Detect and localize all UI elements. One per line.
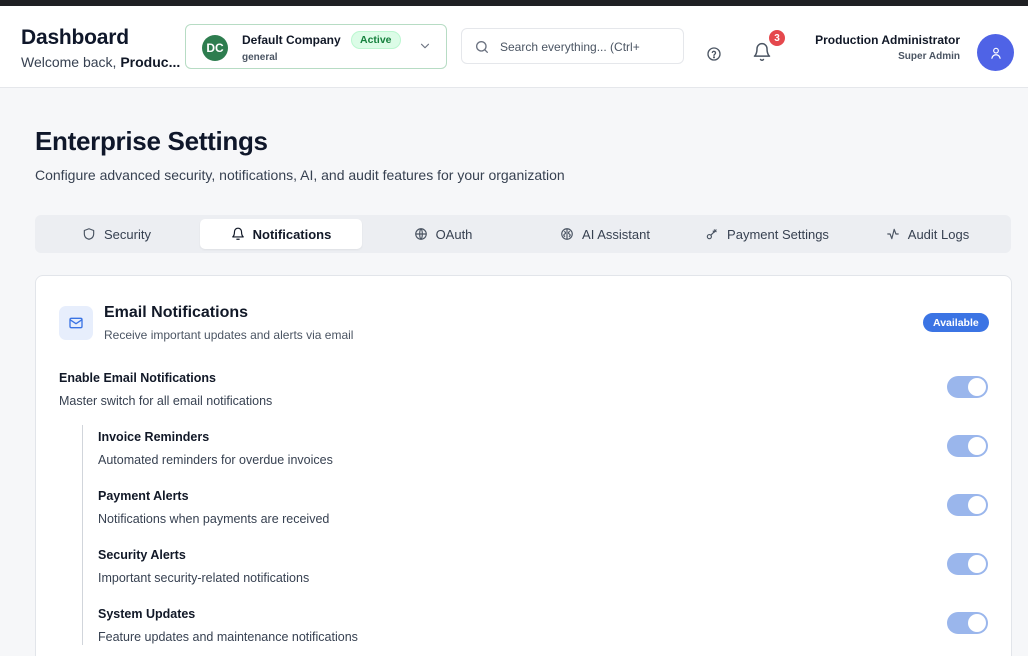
tab-audit-logs-label: Audit Logs: [907, 226, 970, 242]
security-alerts-toggle[interactable]: [947, 553, 988, 575]
globe-icon: [414, 228, 427, 240]
welcome-prefix: Welcome back,: [21, 54, 121, 70]
page-subtitle: Configure advanced security, notificatio…: [35, 167, 565, 183]
system-updates-description: Feature updates and maintenance notifica…: [98, 630, 358, 644]
tab-ai-assistant-label: AI Assistant: [582, 226, 650, 242]
search-icon: [476, 41, 488, 53]
security-alerts-title: Security Alerts: [98, 548, 186, 562]
payment-alerts-title: Payment Alerts: [98, 489, 189, 503]
mail-icon: [69, 317, 83, 329]
invoice-reminders-description: Automated reminders for overdue invoices: [98, 453, 333, 467]
email-notifications-card: Email Notifications Receive important up…: [35, 275, 1012, 656]
search-box[interactable]: Search everything... (Ctrl+: [461, 28, 684, 64]
master-toggle-title: Enable Email Notifications: [59, 371, 216, 385]
chevron-down-icon: [420, 43, 430, 49]
tab-payment-settings[interactable]: Payment Settings: [686, 219, 848, 249]
tab-audit-logs[interactable]: Audit Logs: [848, 219, 1007, 249]
system-updates-toggle[interactable]: [947, 612, 988, 634]
tab-payment-settings-label: Payment Settings: [727, 226, 829, 242]
payment-alerts-description: Notifications when payments are received: [98, 512, 330, 526]
search-placeholder: Search everything... (Ctrl+: [500, 40, 640, 54]
notifications-bell-icon[interactable]: [752, 42, 772, 62]
tab-notifications-label: Notifications: [252, 226, 332, 242]
master-email-toggle[interactable]: [947, 376, 988, 398]
tab-oauth[interactable]: OAuth: [362, 219, 524, 249]
user-icon: [990, 47, 1001, 59]
company-subtitle: general: [242, 52, 278, 63]
tab-security-label: Security: [104, 226, 151, 242]
availability-badge: Available: [923, 313, 989, 332]
tab-oauth-label: OAuth: [435, 226, 473, 242]
invoice-reminders-title: Invoice Reminders: [98, 430, 210, 444]
company-status-badge: Active: [351, 31, 401, 49]
company-switcher[interactable]: DC Default Company Active general: [185, 24, 447, 69]
activity-icon: [886, 228, 899, 240]
invoice-reminders-toggle[interactable]: [947, 435, 988, 457]
user-role: Super Admin: [898, 51, 960, 62]
tab-ai-assistant[interactable]: AI Assistant: [524, 219, 686, 249]
system-updates-title: System Updates: [98, 607, 196, 621]
company-avatar: DC: [202, 35, 228, 61]
company-name: Default Company: [242, 33, 341, 47]
tab-notifications[interactable]: Notifications: [200, 219, 362, 249]
welcome-message: Welcome back, Produc...: [21, 54, 180, 70]
notification-count-badge: 3: [768, 29, 786, 47]
nested-indent-line: [82, 425, 83, 645]
page-title: Enterprise Settings: [35, 126, 268, 156]
security-alerts-description: Important security-related notifications: [98, 571, 310, 585]
master-toggle-description: Master switch for all email notification…: [59, 394, 273, 408]
card-subtitle: Receive important updates and alerts via…: [104, 328, 354, 342]
user-avatar[interactable]: [977, 34, 1014, 71]
header-title: Dashboard: [21, 26, 129, 49]
tab-security[interactable]: Security: [39, 219, 194, 249]
settings-tabs: Security Notifications OAuth AI Assistan…: [35, 215, 1011, 253]
card-title: Email Notifications: [104, 304, 249, 321]
bell-icon: [231, 227, 244, 240]
brain-icon: [561, 228, 573, 240]
payment-alerts-toggle[interactable]: [947, 494, 988, 516]
top-header: Dashboard Welcome back, Produc... DC Def…: [0, 6, 1028, 88]
welcome-user-name: Produc...: [120, 54, 181, 70]
key-icon: [706, 229, 717, 240]
shield-icon: [83, 228, 95, 240]
help-icon[interactable]: [706, 46, 722, 62]
mail-icon-box: [59, 306, 93, 340]
user-name: Production Administrator: [815, 33, 960, 47]
